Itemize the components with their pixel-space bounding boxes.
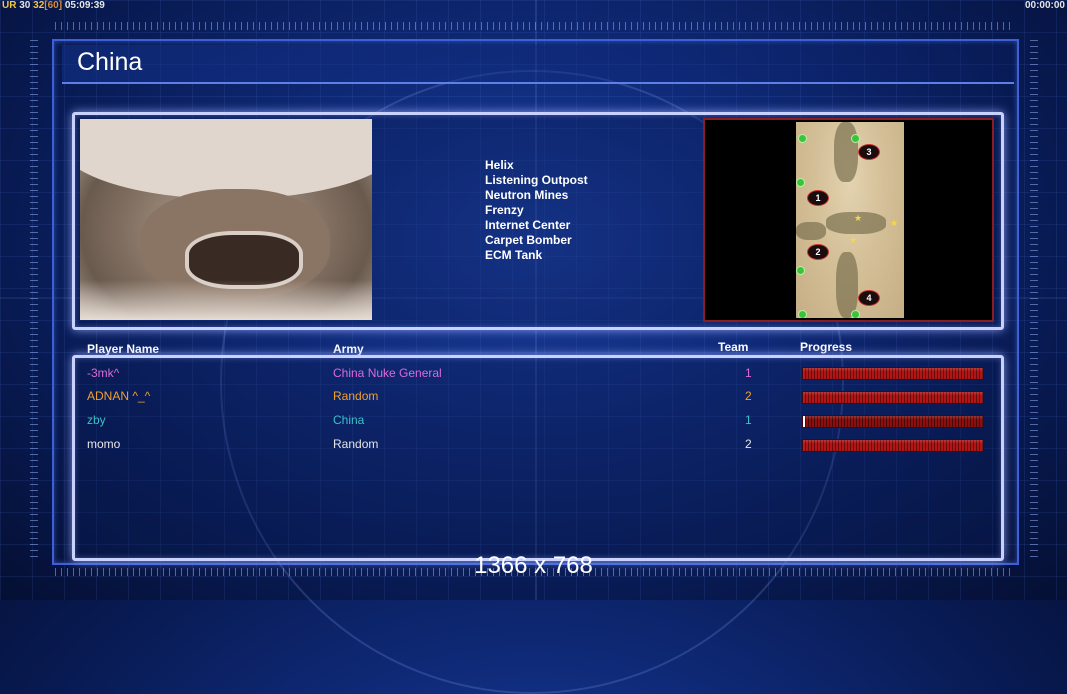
progress-bar bbox=[802, 415, 984, 428]
player-army: China Nuke General bbox=[333, 366, 442, 380]
supply-icon bbox=[851, 310, 860, 318]
player-team: 2 bbox=[745, 389, 752, 403]
title-divider bbox=[62, 82, 1014, 84]
player-army: Random bbox=[333, 437, 379, 451]
hud-timer: 00:00:00 bbox=[1024, 0, 1065, 11]
general-portrait bbox=[80, 119, 372, 320]
player-team: 1 bbox=[745, 413, 752, 427]
spawn-marker-1: 1 bbox=[807, 190, 829, 206]
power-item: Listening Outpost bbox=[485, 173, 588, 187]
player-team: 1 bbox=[745, 366, 752, 380]
supply-icon bbox=[796, 266, 805, 275]
page-title: China bbox=[77, 48, 143, 76]
oil-derrick-icon: ★ bbox=[854, 213, 863, 223]
power-item: Frenzy bbox=[485, 203, 524, 217]
power-item: ECM Tank bbox=[485, 248, 543, 262]
hud-tag: UR bbox=[2, 0, 17, 11]
supply-icon bbox=[796, 178, 805, 187]
supply-icon bbox=[851, 134, 860, 143]
player-name: zby bbox=[87, 413, 106, 427]
hud-clock: 05:09:39 bbox=[64, 0, 105, 11]
column-header-progress: Progress bbox=[800, 340, 853, 354]
column-header-player: Player Name bbox=[87, 342, 160, 356]
power-item: Carpet Bomber bbox=[485, 233, 572, 247]
column-header-army: Army bbox=[333, 342, 364, 356]
power-item: Internet Center bbox=[485, 218, 571, 232]
progress-bar bbox=[802, 391, 984, 404]
column-header-team: Team bbox=[718, 340, 749, 354]
progress-bar bbox=[802, 367, 984, 380]
player-name: -3mk^ bbox=[87, 366, 120, 380]
oil-derrick-icon: ★ bbox=[849, 235, 858, 245]
ruler-top bbox=[55, 22, 1015, 30]
player-list-panel bbox=[72, 355, 1004, 561]
hud-value-2: 32 bbox=[33, 0, 45, 11]
progress-cursor bbox=[803, 416, 805, 427]
supply-icon bbox=[798, 134, 807, 143]
resolution-label: 1366 x 768 bbox=[474, 552, 593, 579]
ruler-left bbox=[30, 40, 38, 560]
spawn-marker-3: 3 bbox=[858, 144, 880, 160]
hud-value-1: 30 bbox=[19, 0, 31, 11]
spawn-marker-2: 2 bbox=[807, 244, 829, 260]
supply-icon bbox=[798, 310, 807, 318]
title-bar bbox=[62, 45, 1015, 83]
general-powers-list: Helix Listening Outpost Neutron Mines Fr… bbox=[485, 158, 588, 263]
player-name: ADNAN ^_^ bbox=[87, 389, 151, 403]
player-team: 2 bbox=[745, 437, 752, 451]
map-terrain: 3 1 2 4 ★ ★ ★ bbox=[796, 122, 904, 318]
hud-value-3: [60] bbox=[44, 0, 63, 11]
power-item: Helix bbox=[485, 158, 514, 172]
player-name: momo bbox=[87, 437, 121, 451]
player-army: Random bbox=[333, 389, 379, 403]
progress-bar bbox=[802, 439, 984, 452]
hud-status: UR 30 32[60] 05:09:39 bbox=[2, 0, 105, 11]
map-preview: 3 1 2 4 ★ ★ ★ bbox=[703, 118, 994, 322]
oil-derrick-icon: ★ bbox=[890, 218, 899, 228]
power-item: Neutron Mines bbox=[485, 188, 569, 202]
player-army: China bbox=[333, 413, 365, 427]
ruler-right bbox=[1030, 40, 1038, 560]
spawn-marker-4: 4 bbox=[858, 290, 880, 306]
